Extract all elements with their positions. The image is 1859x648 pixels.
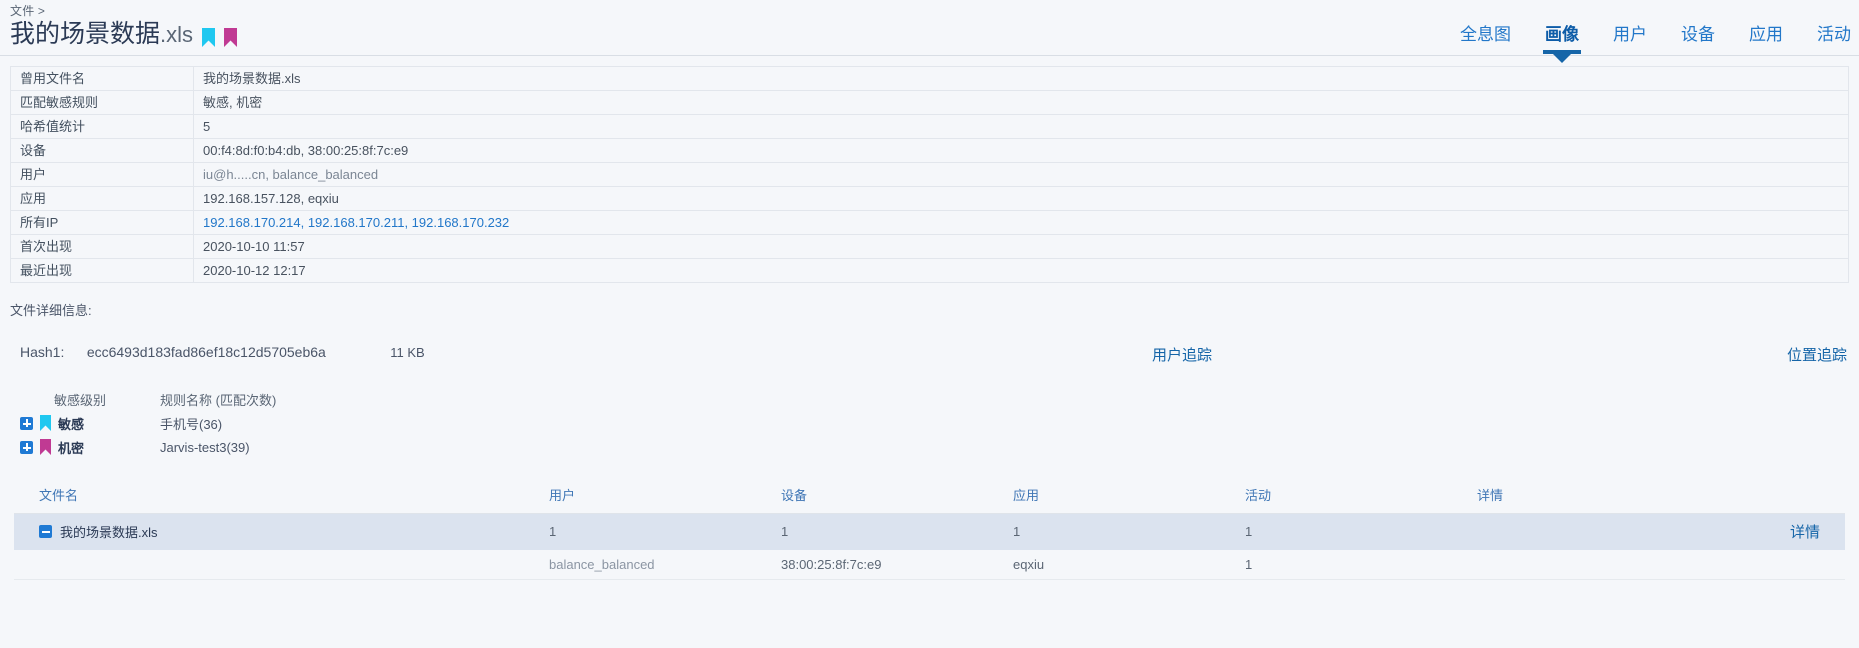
row-application-cell: 1: [1013, 513, 1245, 550]
table-row: 最近出现 2020-10-12 12:17: [10, 258, 1849, 283]
detail-link[interactable]: 详情: [1790, 524, 1820, 541]
location-trace-link[interactable]: 位置追踪: [1787, 344, 1847, 365]
table-row: 用户 iu@h.....cn, balance_balanced: [10, 162, 1849, 187]
table-row[interactable]: 我的场景数据.xls 1 1 1 1 详情: [14, 513, 1845, 550]
table-row: 曾用文件名 我的场景数据.xls: [10, 66, 1849, 91]
row-device-cell: 1: [781, 513, 1013, 550]
tab-device[interactable]: 设备: [1681, 24, 1715, 55]
rules-header-level: 敏感级别: [54, 392, 107, 408]
row-filename-inner: 我的场景数据.xls: [39, 522, 549, 541]
table-row: 哈希值统计 5: [10, 114, 1849, 139]
row-filename-cell: 我的场景数据.xls: [14, 513, 549, 550]
rule-name-label: Jarvis-test3(39): [160, 439, 250, 455]
rules-header-row: 敏感级别 规则名称 (匹配次数): [20, 387, 1859, 411]
nav-tabs: 全息图 画像 用户 设备 应用 活动: [1460, 9, 1851, 63]
redaction-block: [302, 167, 374, 182]
row-detail-cell: 详情: [1477, 513, 1845, 550]
hash-value: ecc6493d183fad86ef18c12d5705eb6a: [86, 344, 326, 360]
confidential-flag-icon: [40, 439, 51, 455]
row-activity-cell: 1: [1245, 513, 1477, 550]
rule-row-sensitive: 敏感 手机号(36): [20, 411, 1859, 435]
collapse-icon[interactable]: [39, 525, 52, 538]
info-label-application: 应用: [10, 186, 194, 211]
rule-level-label: 机密: [58, 440, 85, 456]
row-filename-cell: [14, 549, 549, 580]
table-header-row: 文件名 用户 设备 应用 活动 详情: [14, 479, 1845, 514]
row-application-cell: eqxiu: [1013, 549, 1245, 580]
info-value-matched-rules: 敏感, 机密: [193, 90, 1849, 115]
row-device-cell: 38:00:25:8f:7c:e9: [781, 549, 1013, 580]
page-title-name: 我的场景数据: [10, 20, 161, 48]
column-header-activity[interactable]: 活动: [1245, 479, 1477, 514]
redaction-block: [203, 167, 255, 182]
sensitive-flag-icon: [202, 28, 215, 47]
tab-holograph[interactable]: 全息图: [1460, 24, 1511, 55]
user-trace-link[interactable]: 用户追踪: [1152, 344, 1212, 365]
file-size: 11 KB: [390, 345, 425, 360]
file-detail-section-label: 文件详细信息:: [10, 303, 92, 318]
table-row: 应用 192.168.157.128, eqxiu: [10, 186, 1849, 211]
table-row[interactable]: balance_balanced 38:00:25:8f:7c:e9 eqxiu…: [14, 549, 1845, 580]
row-user-cell: balance_balanced: [549, 549, 781, 580]
page-title: 我的场景数据.xls: [10, 19, 193, 50]
rule-row-confidential: 机密 Jarvis-test3(39): [20, 435, 1859, 459]
sensitive-flag-icon: [40, 415, 51, 431]
row-detail-cell: [1477, 549, 1845, 580]
info-label-last-seen: 最近出现: [10, 258, 194, 283]
info-label-former-filename: 曾用文件名: [10, 66, 194, 91]
redaction-block: [549, 552, 641, 566]
table-row: 匹配敏感规则 敏感, 机密: [10, 90, 1849, 115]
info-value-last-seen: 2020-10-12 12:17: [193, 258, 1849, 283]
hash-key-label: Hash1:: [20, 344, 65, 360]
rule-name-label: 手机号(36): [160, 416, 223, 432]
rule-level-cell: 敏感: [20, 414, 160, 433]
tab-user[interactable]: 用户: [1613, 24, 1647, 55]
info-value-user: iu@h.....cn, balance_balanced: [193, 162, 1849, 187]
file-info-table: 曾用文件名 我的场景数据.xls 匹配敏感规则 敏感, 机密 哈希值统计 5 设…: [10, 66, 1849, 283]
row-filename-label: 我的场景数据.xls: [60, 525, 158, 540]
table-row: 首次出现 2020-10-10 11:57: [10, 234, 1849, 259]
info-label-all-ip: 所有IP: [10, 210, 194, 235]
info-label-first-seen: 首次出现: [10, 234, 194, 259]
expand-icon[interactable]: [20, 440, 33, 454]
row-user-cell: 1: [549, 513, 781, 550]
info-value-application: 192.168.157.128, eqxiu: [193, 186, 1849, 211]
info-label-device: 设备: [10, 138, 194, 163]
column-header-filename[interactable]: 文件名: [14, 479, 549, 514]
active-tab-pointer-icon: [1553, 54, 1571, 63]
info-value-hash-count: 5: [193, 114, 1849, 139]
hash-row: Hash1: ecc6493d183fad86ef18c12d5705eb6a …: [0, 344, 1859, 366]
info-label-matched-rules: 匹配敏感规则: [10, 90, 194, 115]
table-row: 所有IP 192.168.170.214, 192.168.170.211, 1…: [10, 210, 1849, 235]
info-value-first-seen: 2020-10-10 11:57: [193, 234, 1849, 259]
info-value-former-filename: 我的场景数据.xls: [193, 66, 1849, 91]
table-row: 设备 00:f4:8d:f0:b4:db, 38:00:25:8f:7c:e9: [10, 138, 1849, 163]
tab-portrait-label: 画像: [1545, 25, 1579, 44]
matched-rules-list: 敏感级别 规则名称 (匹配次数) 敏感 手机号(36) 机密 Jarvis-te…: [0, 387, 1859, 459]
tab-portrait[interactable]: 画像: [1543, 24, 1581, 63]
rules-header-rule: 规则名称 (匹配次数): [160, 392, 277, 408]
page-title-ext: .xls: [160, 22, 194, 47]
page-header: 文件 > 我的场景数据.xls 全息图 画像 用户 设备 应用 活动: [0, 0, 1859, 63]
confidential-flag-icon: [224, 28, 237, 47]
column-header-application[interactable]: 应用: [1013, 479, 1245, 514]
row-activity-cell: 1: [1245, 549, 1477, 580]
expand-icon[interactable]: [20, 416, 33, 430]
info-label-user: 用户: [10, 162, 194, 187]
column-header-detail[interactable]: 详情: [1477, 479, 1845, 514]
info-value-all-ip[interactable]: 192.168.170.214, 192.168.170.211, 192.16…: [193, 210, 1849, 235]
tab-activity[interactable]: 活动: [1817, 24, 1851, 55]
rule-level-label: 敏感: [58, 416, 85, 432]
column-header-device[interactable]: 设备: [781, 479, 1013, 514]
column-header-user[interactable]: 用户: [549, 479, 781, 514]
related-entities-table: 文件名 用户 设备 应用 活动 详情 我的场景数据.xls 1 1 1 1 详情: [14, 479, 1845, 580]
tab-application[interactable]: 应用: [1749, 24, 1783, 55]
info-label-hash-count: 哈希值统计: [10, 114, 194, 139]
info-value-device: 00:f4:8d:f0:b4:db, 38:00:25:8f:7c:e9: [193, 138, 1849, 163]
rule-level-cell: 机密: [20, 438, 160, 457]
